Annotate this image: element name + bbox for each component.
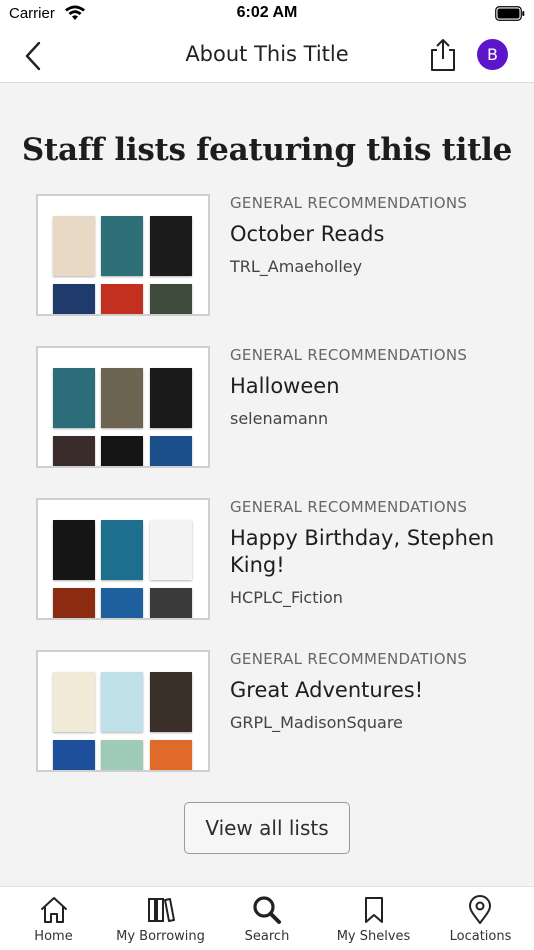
list-author: TRL_Amaeholley [230,257,363,276]
share-button[interactable] [428,38,458,72]
books-icon [148,898,175,922]
book-cover [53,672,95,732]
book-cover [53,588,95,618]
list-title[interactable]: Halloween [230,373,506,400]
book-cover [101,436,143,466]
tab-label-search: Search [244,929,290,944]
book-cover [53,216,95,276]
staff-list-item[interactable]: GENERAL RECOMMENDATIONS October Reads TRL_… [36,194,506,316]
tab-label-locations: Locations [449,929,512,944]
book-cover [53,284,95,314]
nav-header: About This Title B [0,28,534,83]
book-cover [53,368,95,428]
view-all-lists-button[interactable]: View all lists [184,802,350,854]
book-cover [101,520,143,580]
status-bar: Carrier 6:02 AM [0,0,534,28]
tab-bar: Home My Borrowing Search My Shelves Loca… [0,886,534,950]
list-category: GENERAL RECOMMENDATIONS [230,650,468,668]
tab-home[interactable]: Home [0,887,107,950]
staff-list-item[interactable]: GENERAL RECOMMENDATIONS Happy Birthday, S… [36,498,506,620]
book-cover [150,436,192,466]
tab-search[interactable]: Search [214,887,320,950]
clock: 6:02 AM [236,4,298,21]
list-cover-collage [36,650,210,772]
book-cover [101,368,143,428]
list-cover-collage [36,346,210,468]
book-cover [101,588,143,618]
book-cover [150,368,192,428]
list-cover-collage [36,498,210,620]
list-author: HCPLC_Fiction [230,588,343,607]
book-cover [53,740,95,770]
tab-my-borrowing[interactable]: My Borrowing [107,887,214,950]
share-icon [431,39,455,71]
book-cover [53,520,95,580]
tab-my-shelves[interactable]: My Shelves [320,887,427,950]
book-cover [53,436,95,466]
book-cover [101,216,143,276]
book-cover [150,672,192,732]
book-cover [150,588,192,618]
list-title[interactable]: October Reads [230,221,506,248]
tab-label-my-borrowing: My Borrowing [116,929,205,944]
list-author: GRPL_MadisonSquare [230,713,403,732]
avatar[interactable]: B [477,39,508,70]
chevron-left-icon [25,41,41,71]
battery-icon [495,6,525,21]
list-title[interactable]: Happy Birthday, Stephen King! [230,525,506,579]
book-cover [101,672,143,732]
bookmark-icon [365,897,383,923]
list-cover-collage [36,194,210,316]
back-button[interactable] [22,40,46,72]
list-category: GENERAL RECOMMENDATIONS [230,498,468,516]
list-title[interactable]: Great Adventures! [230,677,506,704]
list-author: selenamann [230,409,329,428]
tab-label-my-shelves: My Shelves [336,929,411,944]
book-cover [101,284,143,314]
book-cover [101,740,143,770]
list-category: GENERAL RECOMMENDATIONS [230,346,468,364]
book-cover [150,740,192,770]
book-cover [150,284,192,314]
section-title: Staff lists featuring this title [21,132,513,168]
tab-label-home: Home [34,929,73,944]
search-icon [253,896,281,924]
tab-locations[interactable]: Locations [427,887,534,950]
staff-list-item[interactable]: GENERAL RECOMMENDATIONS Halloween selenama… [36,346,506,468]
book-cover [150,216,192,276]
list-category: GENERAL RECOMMENDATIONS [230,194,468,212]
home-icon [41,897,67,923]
map-pin-icon [469,895,491,924]
staff-list-item[interactable]: GENERAL RECOMMENDATIONS Great Adventures!… [36,650,506,772]
book-cover [150,520,192,580]
